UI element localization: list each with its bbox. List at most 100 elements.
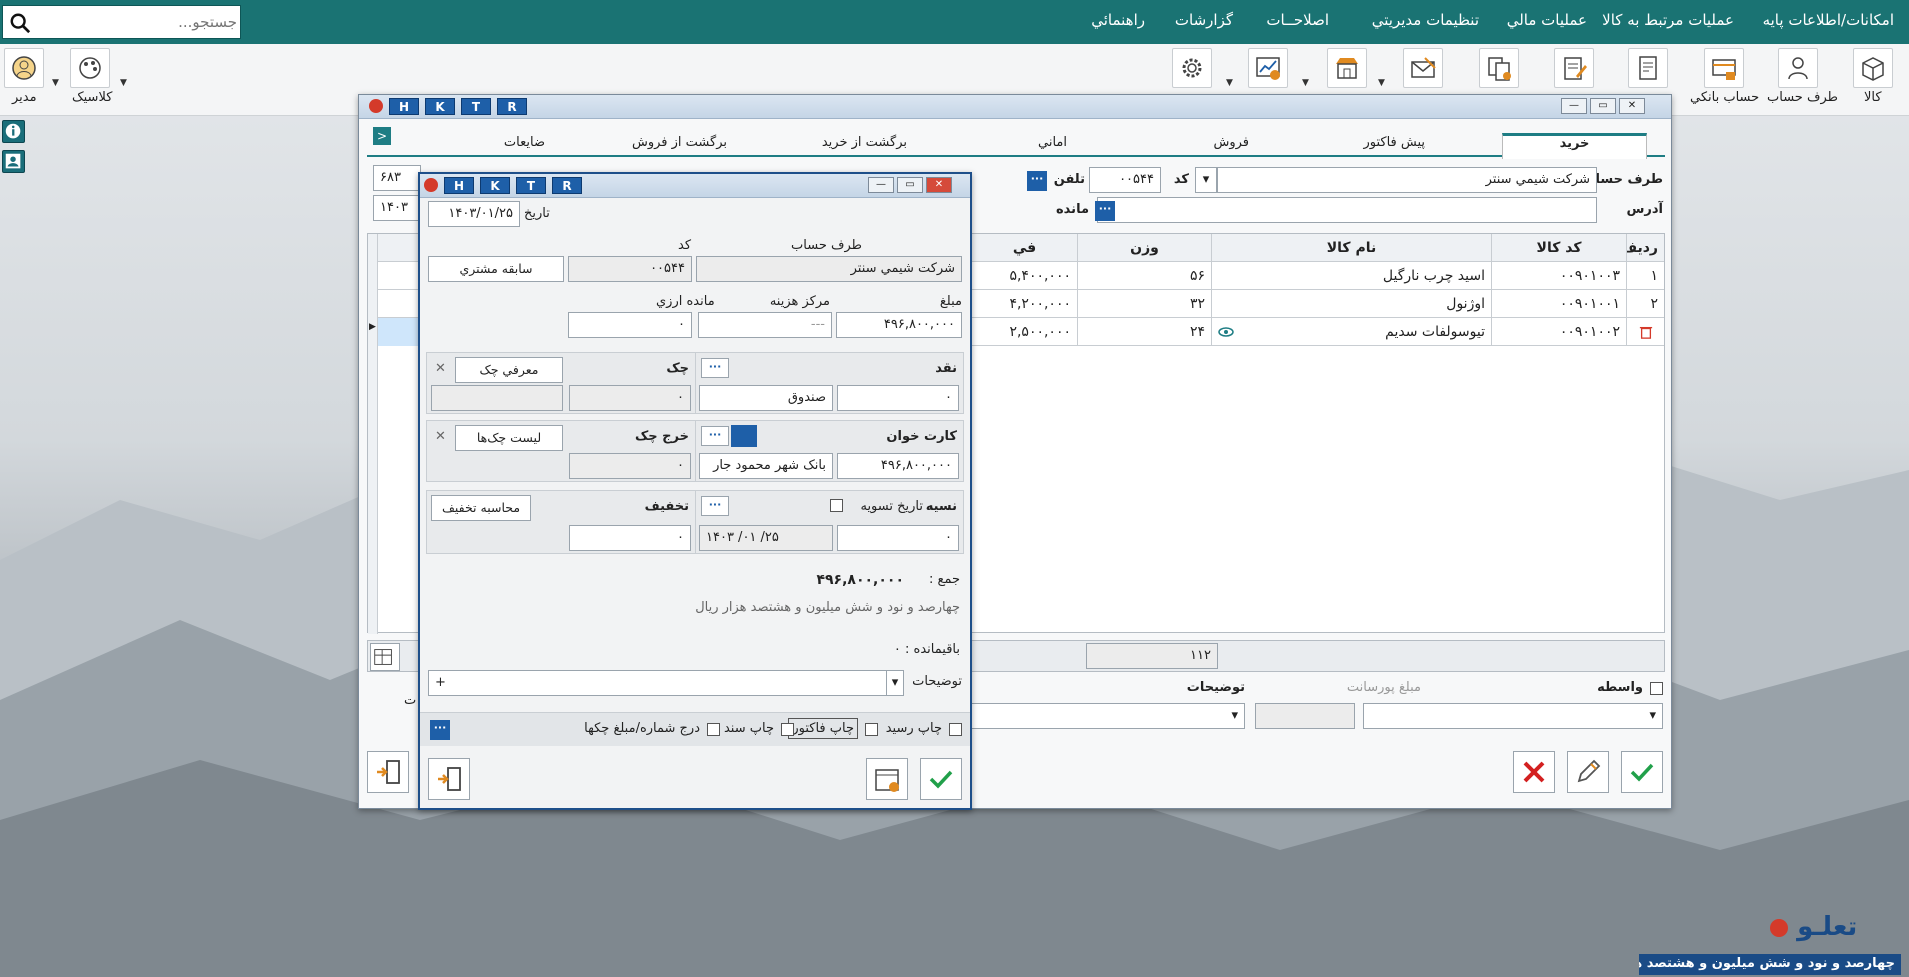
store-dropdown-icon[interactable]: ▼ bbox=[1378, 78, 1385, 88]
account-dropdown-icon[interactable]: ▾ bbox=[1195, 167, 1217, 193]
minimize-button[interactable]: — bbox=[1561, 98, 1587, 114]
card-stack-icon[interactable] bbox=[731, 425, 757, 447]
address-field[interactable] bbox=[1097, 197, 1597, 223]
cancel-button[interactable] bbox=[1513, 751, 1555, 793]
bank-account-button[interactable] bbox=[1704, 48, 1744, 88]
goods-button[interactable] bbox=[1853, 48, 1893, 88]
print-receipt-checkbox[interactable] bbox=[949, 723, 962, 736]
cash-more-button[interactable]: ··· bbox=[701, 358, 729, 378]
customer-history-button[interactable]: سابقه مشتري bbox=[428, 256, 564, 282]
spend-cheque-clear-icon[interactable]: ✕ bbox=[435, 429, 446, 444]
menu-base-info[interactable]: امکانات/اطلاعات پایه bbox=[1763, 11, 1894, 29]
card-amount-field[interactable]: ۴۹۶,۸۰۰,۰۰۰ bbox=[837, 453, 959, 479]
hk-k-button[interactable]: K bbox=[425, 98, 455, 115]
invoice-button[interactable] bbox=[1628, 48, 1668, 88]
broker-select[interactable]: ▾ bbox=[1363, 703, 1663, 729]
cheque-clear-icon[interactable]: ✕ bbox=[435, 361, 446, 376]
user-dropdown-icon[interactable]: ▼ bbox=[52, 78, 59, 88]
print-invoice-checkbox[interactable] bbox=[865, 723, 878, 736]
calendar-button[interactable] bbox=[866, 758, 908, 800]
eye-icon[interactable] bbox=[1218, 324, 1234, 340]
date-field[interactable]: ۱۴۰۳/۰۱/۲۵ bbox=[428, 201, 520, 227]
settings-dropdown-icon[interactable]: ▼ bbox=[1226, 78, 1233, 88]
search-icon[interactable] bbox=[9, 12, 31, 34]
edit-button[interactable] bbox=[1567, 751, 1609, 793]
print-more-button[interactable]: ··· bbox=[430, 720, 450, 740]
dialog-close-button[interactable]: ✕ bbox=[926, 177, 952, 193]
tab-waste[interactable]: ضایعات bbox=[504, 135, 545, 150]
maximize-button[interactable]: ▭ bbox=[1590, 98, 1616, 114]
cost-center-select[interactable]: --- bbox=[698, 312, 832, 338]
dialog-maximize-button[interactable]: ▭ bbox=[897, 177, 923, 193]
tab-sale-return[interactable]: برگشت از فروش bbox=[632, 135, 727, 150]
doc-copy-button[interactable] bbox=[1479, 48, 1519, 88]
dialog-minimize-button[interactable]: — bbox=[868, 177, 894, 193]
dialog-hk-r-button[interactable]: R bbox=[552, 177, 582, 194]
selected-cell[interactable] bbox=[378, 318, 418, 346]
dialog-hk-k-button[interactable]: K bbox=[480, 177, 510, 194]
doc-edit-button[interactable] bbox=[1554, 48, 1594, 88]
user-side-button[interactable] bbox=[2, 150, 25, 173]
card-bank-select[interactable]: بانک شهر محمود جار bbox=[699, 453, 833, 479]
close-button[interactable]: ✕ bbox=[1619, 98, 1645, 114]
confirm-button[interactable] bbox=[1621, 751, 1663, 793]
amount-field[interactable]: ۴۹۶,۸۰۰,۰۰۰ bbox=[836, 312, 962, 338]
tab-purchase[interactable]: خرید bbox=[1502, 133, 1647, 159]
tab-proforma[interactable]: پیش فاکتور bbox=[1363, 135, 1425, 150]
tab-purchase-return[interactable]: برگشت از خرید bbox=[822, 135, 907, 150]
notes-dropdown-icon[interactable]: ▾ bbox=[886, 670, 904, 696]
introduce-cheque-button[interactable]: معرفي چک bbox=[455, 357, 563, 383]
menu-corrections[interactable]: اصلاحــات bbox=[1266, 11, 1329, 29]
notes-select[interactable]: ▾ bbox=[955, 703, 1245, 729]
account-field[interactable]: شرکت شیمي سنتر bbox=[1217, 167, 1597, 193]
address-more-button[interactable]: ··· bbox=[1095, 201, 1115, 221]
credit-field[interactable]: ۰ bbox=[837, 525, 959, 551]
exit-button[interactable] bbox=[367, 751, 409, 793]
menu-admin-settings[interactable]: تنظیمات مدیریتي bbox=[1372, 11, 1479, 29]
dialog-hk-t-button[interactable]: T bbox=[516, 177, 546, 194]
chart-dropdown-icon[interactable]: ▼ bbox=[1302, 78, 1309, 88]
account-party-button[interactable] bbox=[1778, 48, 1818, 88]
store-button[interactable] bbox=[1327, 48, 1367, 88]
cheque-list-button[interactable]: لیست چک‌ها bbox=[455, 425, 563, 451]
dialog-notes-field[interactable]: + bbox=[428, 670, 888, 696]
commission-field[interactable] bbox=[1255, 703, 1355, 729]
tab-sale[interactable]: فروش bbox=[1213, 135, 1249, 150]
cash-field[interactable]: ۰ bbox=[837, 385, 959, 411]
classic-theme-button[interactable] bbox=[70, 48, 110, 88]
menu-help[interactable]: راهنمائي bbox=[1091, 11, 1145, 29]
left-value-field-1[interactable]: ۶۸۳ bbox=[373, 165, 421, 191]
dialog-confirm-button[interactable] bbox=[920, 758, 962, 800]
card-more-button[interactable]: ··· bbox=[701, 426, 729, 446]
calc-discount-button[interactable]: محاسبه تخفیف bbox=[431, 495, 531, 521]
code-field[interactable]: ۰۰۵۴۴ bbox=[1089, 167, 1161, 193]
dialog-hk-h-button[interactable]: H bbox=[444, 177, 474, 194]
discount-field[interactable]: ۰ bbox=[569, 525, 691, 551]
hk-r-button[interactable]: R bbox=[497, 98, 527, 115]
settle-date-checkbox[interactable] bbox=[830, 499, 843, 512]
chart-button[interactable] bbox=[1248, 48, 1288, 88]
fx-remain-field[interactable]: ۰ bbox=[568, 312, 692, 338]
edit-grid-button[interactable] bbox=[370, 643, 400, 671]
menu-reports[interactable]: گزارشات bbox=[1175, 11, 1233, 29]
tab-scroll-icon[interactable]: > bbox=[373, 127, 391, 145]
print-doc-checkbox[interactable] bbox=[781, 723, 794, 736]
settings-button[interactable] bbox=[1172, 48, 1212, 88]
info-side-button[interactable] bbox=[2, 120, 25, 143]
letter-button[interactable] bbox=[1403, 48, 1443, 88]
dialog-exit-button[interactable] bbox=[428, 758, 470, 800]
cash-box-select[interactable]: صندوق bbox=[699, 385, 833, 411]
left-value-field-2[interactable]: ۱۴۰۳ bbox=[373, 195, 421, 221]
menu-financial-ops[interactable]: عملیات مالي bbox=[1507, 11, 1587, 29]
phone-more-button[interactable]: ··· bbox=[1027, 171, 1047, 191]
tab-consignment[interactable]: اماني bbox=[1038, 135, 1067, 150]
classic-dropdown-icon[interactable]: ▼ bbox=[120, 78, 127, 88]
hk-t-button[interactable]: T bbox=[461, 98, 491, 115]
menu-goods-ops[interactable]: عملیات مرتبط به کالا bbox=[1602, 11, 1734, 29]
user-button[interactable] bbox=[4, 48, 44, 88]
search-input[interactable] bbox=[39, 6, 237, 38]
broker-checkbox[interactable] bbox=[1650, 682, 1663, 695]
hk-h-button[interactable]: H bbox=[389, 98, 419, 115]
row-delete-button[interactable] bbox=[1626, 318, 1664, 346]
insert-cheque-checkbox[interactable] bbox=[707, 723, 720, 736]
